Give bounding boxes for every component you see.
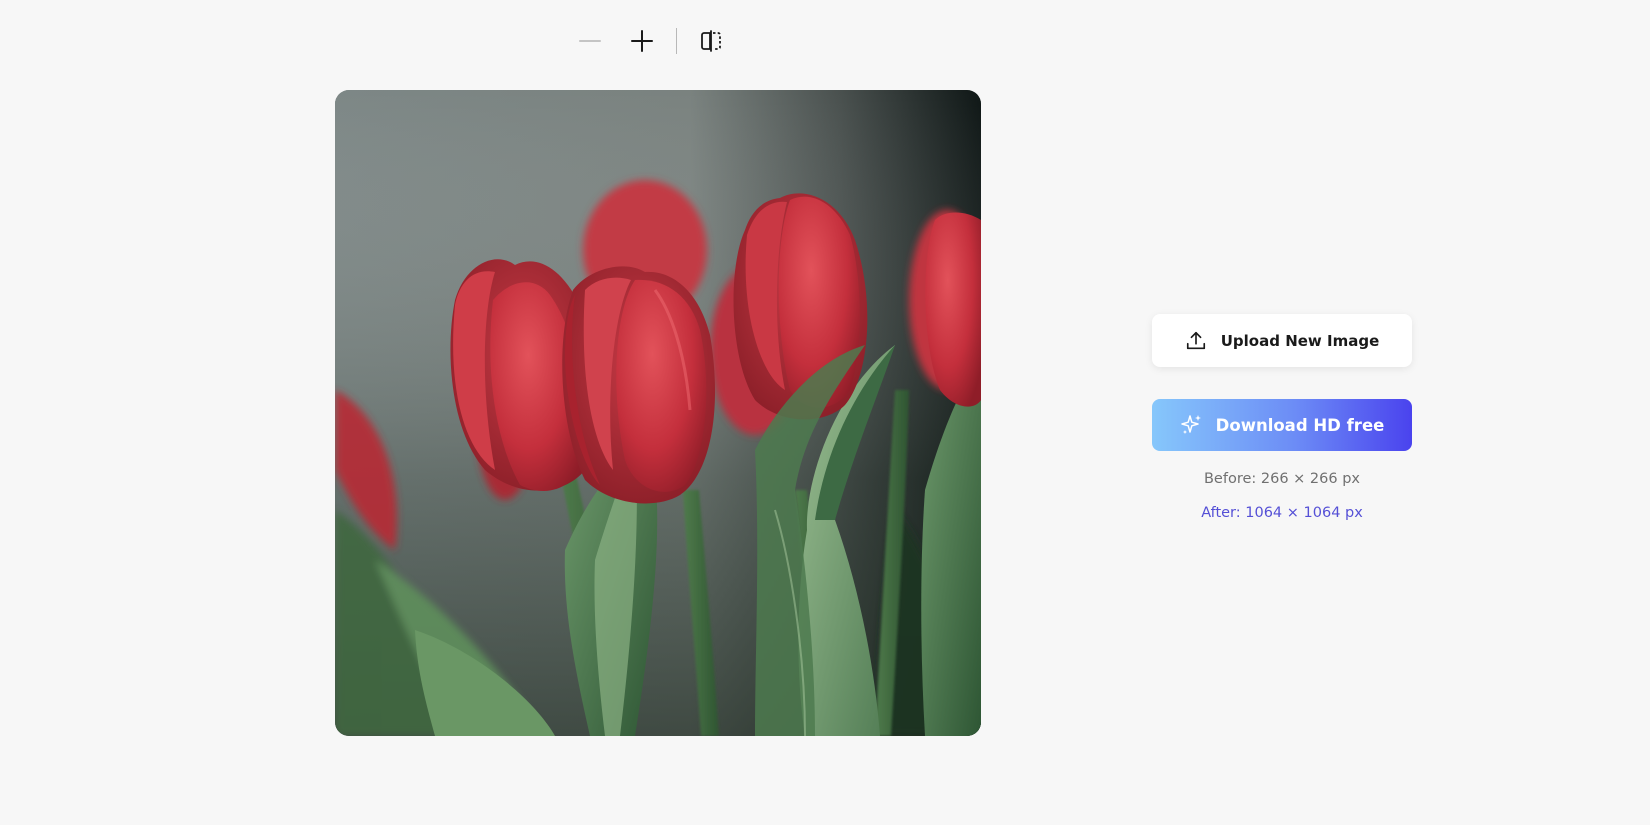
tulips-photo xyxy=(335,90,981,736)
after-size-text: After: 1064 × 1064 px xyxy=(1201,505,1363,521)
before-size-text: Before: 266 × 266 px xyxy=(1203,471,1361,487)
sparkle-icon xyxy=(1180,415,1201,434)
toolbar-divider xyxy=(676,28,677,54)
zoom-toolbar xyxy=(570,24,731,58)
zoom-in-button[interactable] xyxy=(622,24,662,58)
zoom-out-button[interactable] xyxy=(570,24,610,58)
image-preview[interactable] xyxy=(335,90,981,736)
upload-icon xyxy=(1186,331,1205,349)
download-hd-button[interactable]: Download HD free xyxy=(1152,399,1412,451)
upload-button-label: Upload New Image xyxy=(1220,331,1380,350)
action-panel: Upload New Image Download HD free Before… xyxy=(1152,314,1412,521)
download-button-label: Download HD free xyxy=(1215,415,1385,435)
compare-split-icon xyxy=(701,30,721,52)
minus-icon xyxy=(579,40,601,42)
compare-toggle-button[interactable] xyxy=(691,24,731,58)
upload-new-image-button[interactable]: Upload New Image xyxy=(1152,314,1412,367)
plus-icon xyxy=(631,30,653,52)
